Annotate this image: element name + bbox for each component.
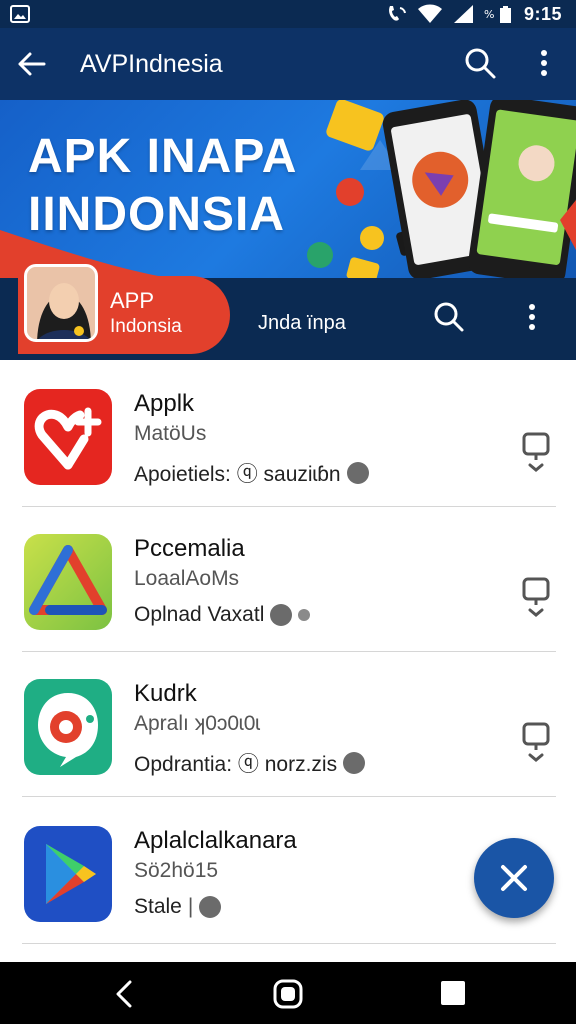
app-meta-text: Oplnad Vaxatl	[134, 603, 265, 626]
battery-icon: %	[484, 6, 511, 23]
app-bar: AVPIndnesia	[0, 28, 576, 100]
app-subtitle: Sö2hö15	[134, 859, 219, 882]
triangle-app-icon	[24, 534, 112, 630]
list-item[interactable]: Kudrk Apralı ʞ0ɔ0ɩ0ɩ Opdrantia: ⓠ norz.z…	[0, 652, 576, 797]
gallery-icon	[10, 5, 30, 23]
download-icon[interactable]	[520, 722, 552, 762]
banner-title: APK INAPA IINDONSIA	[28, 128, 297, 244]
nav-recents-icon[interactable]	[440, 980, 466, 1006]
app-name: Kudrk	[134, 680, 197, 707]
close-icon	[501, 865, 527, 891]
nav-back-icon[interactable]	[110, 980, 138, 1008]
dot-icon	[298, 609, 311, 621]
svg-text:%: %	[484, 8, 494, 21]
app-subtitle: LoaalAoMs	[134, 567, 240, 590]
wifi-call-icon	[389, 6, 406, 21]
smile-icon	[270, 604, 293, 626]
more-vert-icon[interactable]	[530, 45, 558, 81]
close-fab-button[interactable]	[474, 838, 554, 918]
search-icon[interactable]	[462, 45, 498, 81]
app-meta: Opdrantia: ⓠ norz.zis	[134, 748, 366, 778]
download-icon[interactable]	[520, 577, 552, 617]
smile-icon	[346, 462, 369, 484]
more-vert-icon[interactable]	[520, 300, 544, 334]
app-meta: Apoietiels: ⓠ sauziɩɓn	[134, 458, 369, 488]
separator: |	[187, 895, 194, 918]
app-bar-title: AVPIndnesia	[80, 50, 223, 78]
avatar	[24, 264, 98, 342]
pill-subtitle: Indonsia	[110, 316, 182, 337]
nav-home-icon[interactable]	[272, 978, 304, 1010]
back-arrow-icon[interactable]	[14, 46, 50, 82]
app-meta-text: Apoietiels: ⓠ sauziɩɓn	[134, 463, 341, 486]
download-icon[interactable]	[520, 432, 552, 472]
clock: 9:15	[523, 3, 562, 24]
chat-app-icon	[24, 679, 112, 775]
wifi-icon	[417, 4, 442, 23]
app-name: Applk	[134, 390, 195, 417]
status-bar: % 9:15	[0, 0, 576, 28]
list-item[interactable]: Pccemalia LoaalAoMs Oplnad Vaxatl	[0, 507, 576, 652]
banner-title-line1: APK INAPA	[28, 130, 298, 183]
divider	[22, 796, 556, 797]
app-name: Aplalclalkanara	[134, 827, 297, 854]
system-nav-bar	[0, 962, 576, 1024]
promo-banner[interactable]: APK INAPA IINDONSIA APP Indonsia Jnda ïn…	[0, 100, 576, 360]
heart-app-icon	[24, 389, 112, 485]
check-icon	[199, 896, 222, 918]
badge-icon	[343, 752, 366, 774]
search-icon[interactable]	[432, 300, 466, 334]
app-meta-text: Stale	[134, 895, 182, 918]
strip-text: Jnda ïnpa	[258, 312, 346, 334]
app-name: Pccemalia	[134, 535, 245, 562]
signal-icon	[453, 5, 473, 23]
list-item[interactable]: Applk MatöUs Apoietiels: ⓠ sauziɩɓn	[0, 362, 576, 507]
app-meta: Stale |	[134, 895, 222, 919]
banner-title-line2: IINDONSIA	[28, 188, 286, 241]
pill-title: APP	[110, 288, 155, 313]
divider	[22, 943, 556, 944]
play-app-icon	[24, 826, 112, 922]
app-meta-text: Opdrantia: ⓠ norz.zis	[134, 753, 338, 776]
app-subtitle: Apralı ʞ0ɔ0ɩ0ɩ	[134, 712, 261, 735]
app-meta: Oplnad Vaxatl	[134, 603, 311, 627]
app-subtitle: MatöUs	[134, 422, 207, 445]
